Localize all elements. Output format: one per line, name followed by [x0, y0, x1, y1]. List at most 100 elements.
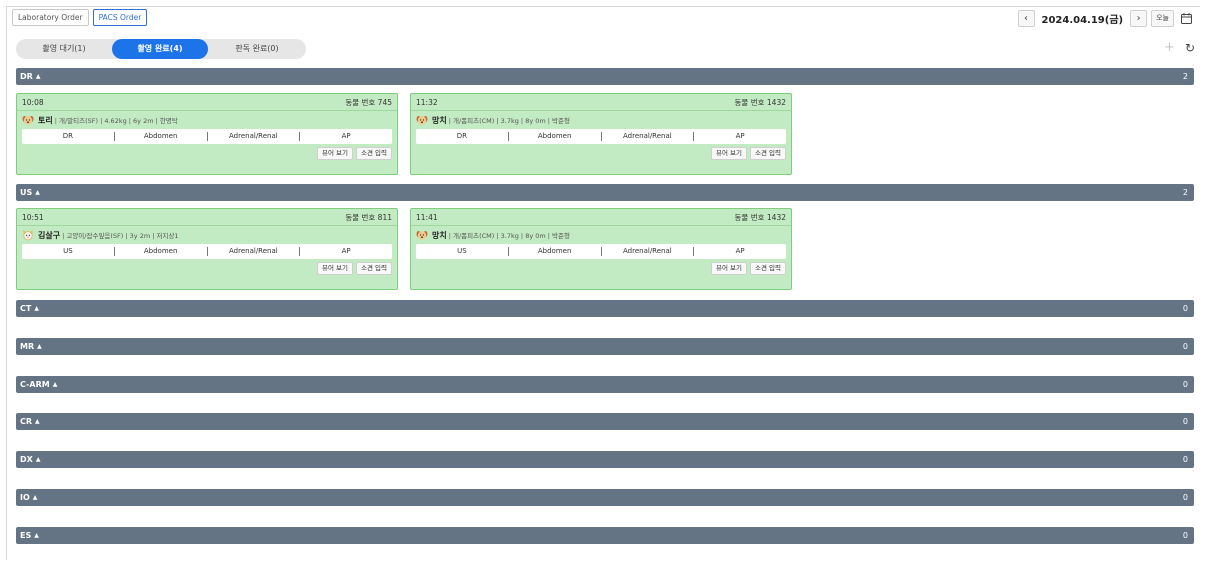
- section-bar-dr[interactable]: DR ▲ 2: [16, 68, 1194, 85]
- section-count: 0: [1182, 417, 1188, 426]
- section-title: DR: [20, 72, 33, 81]
- patient-info: 김살구 | 고양이/잡수잎음(SF) | 3y 2m | 저지상1: [17, 226, 397, 244]
- animal-number: 동물 번호 1432: [734, 212, 786, 222]
- section-bar-es[interactable]: ES ▲ 0: [16, 527, 1194, 544]
- section-title: IO: [20, 493, 30, 502]
- caret-up-icon: ▲: [52, 381, 58, 388]
- calendar-button[interactable]: [1178, 10, 1195, 27]
- exam-region: Abdomen: [115, 247, 208, 256]
- exam-view: AP: [735, 247, 745, 255]
- next-date-button[interactable]: ›: [1130, 9, 1148, 27]
- order-card[interactable]: 11:41 동물 번호 1432 망치 | 개/폼피츠(CM) | 3.7kg …: [410, 208, 792, 290]
- section-bar-ct[interactable]: CT ▲ 0: [16, 300, 1194, 317]
- prev-date-button[interactable]: ‹: [1017, 9, 1035, 27]
- caret-up-icon: ▲: [37, 343, 42, 350]
- enter-finding-button[interactable]: 소견 입력: [356, 262, 392, 275]
- card-header: 10:51 동물 번호 811: [17, 209, 397, 226]
- patient-info: 망치 | 개/폼피츠(CM) | 3.7kg | 8y 0m | 박준형: [411, 111, 791, 129]
- order-card[interactable]: 11:32 동물 번호 1432 망치 | 개/폼피츠(CM) | 3.7kg …: [410, 93, 792, 175]
- exam-organ: Adrenal/Renal: [208, 132, 301, 141]
- tab-pacs-order[interactable]: PACS Order: [92, 9, 148, 26]
- section-bar-io[interactable]: IO ▲ 0: [16, 489, 1194, 506]
- exam-row: DR Abdomen Adrenal/Renal AP: [416, 129, 786, 144]
- section-bar-us[interactable]: US ▲ 2: [16, 184, 1194, 201]
- section-bar-mr[interactable]: MR ▲ 0: [16, 338, 1194, 355]
- section-count: 0: [1182, 304, 1188, 313]
- enter-finding-button[interactable]: 소견 입력: [356, 147, 392, 160]
- patient-name: 망치: [432, 115, 447, 125]
- patient-info: 토리 | 개/말티즈(SF) | 4.62kg | 6y 2m | 한명탁: [17, 111, 397, 129]
- tab-laboratory-order[interactable]: Laboratory Order: [12, 9, 89, 26]
- card-header: 11:41 동물 번호 1432: [411, 209, 791, 226]
- caret-up-icon: ▲: [34, 305, 39, 312]
- caret-up-icon: ▲: [35, 456, 41, 463]
- chevron-right-icon: ›: [1136, 12, 1141, 24]
- section-count: 0: [1182, 493, 1188, 502]
- exam-region: Abdomen: [509, 132, 602, 141]
- order-time: 10:08: [22, 97, 44, 107]
- exam-view: AP: [341, 132, 351, 140]
- order-card[interactable]: 10:51 동물 번호 811 김살구 | 고양이/잡수잎음(SF) | 3y …: [16, 208, 398, 290]
- patient-name: 김살구: [38, 230, 61, 240]
- exam-view: AP: [341, 247, 351, 255]
- patient-name: 토리: [38, 115, 53, 125]
- order-time: 10:51: [22, 212, 44, 222]
- exam-view: AP: [735, 132, 745, 140]
- exam-region: Abdomen: [115, 132, 208, 141]
- current-date: 2024.04.19(금): [1041, 14, 1124, 26]
- section-bar-dx[interactable]: DX ▲ 0: [16, 451, 1194, 468]
- section-count: 2: [1182, 72, 1188, 81]
- refresh-icon[interactable]: ↻: [1185, 41, 1195, 55]
- order-card[interactable]: 10:08 동물 번호 745 토리 | 개/말티즈(SF) | 4.62kg …: [16, 93, 398, 175]
- card-actions: 뷰어 보기 소견 입력: [17, 144, 397, 160]
- patient-details: | 개/폼피츠(CM) | 3.7kg | 8y 0m | 박준형: [448, 117, 570, 125]
- exam-modality: DR: [22, 132, 115, 141]
- section-count: 0: [1182, 455, 1188, 464]
- status-tabs: 촬영 대기(1) 촬영 완료(4) 판독 완료(0): [16, 39, 306, 59]
- dog-icon: [416, 231, 428, 240]
- exam-row: US Abdomen Adrenal/Renal AP: [22, 244, 392, 259]
- patient-name: 망치: [432, 230, 447, 240]
- card-header: 10:08 동물 번호 745: [17, 94, 397, 111]
- exam-organ: Adrenal/Renal: [208, 247, 301, 256]
- section-bar-c-arm[interactable]: C-ARM ▲ 0: [16, 376, 1194, 393]
- section-count: 0: [1182, 380, 1188, 389]
- view-viewer-button[interactable]: 뷰어 보기: [711, 147, 747, 160]
- exam-region: Abdomen: [509, 247, 602, 256]
- toolbar: + ↻: [1164, 41, 1195, 56]
- section-title: ES: [20, 531, 32, 540]
- caret-up-icon: ▲: [35, 189, 40, 196]
- calendar-icon: [1181, 12, 1192, 24]
- section-count: 0: [1182, 342, 1188, 351]
- caret-up-icon: ▲: [35, 73, 41, 80]
- view-viewer-button[interactable]: 뷰어 보기: [317, 147, 353, 160]
- section-bar-cr[interactable]: CR ▲ 0: [16, 413, 1194, 430]
- exam-row: DR Abdomen Adrenal/Renal AP: [22, 129, 392, 144]
- cat-icon: [23, 230, 33, 241]
- caret-up-icon: ▲: [35, 418, 40, 425]
- tab-read-complete[interactable]: 판독 완료(0): [208, 39, 306, 59]
- section-title: MR: [20, 342, 35, 351]
- enter-finding-button[interactable]: 소견 입력: [750, 147, 786, 160]
- exam-row: US Abdomen Adrenal/Renal AP: [416, 244, 786, 259]
- order-time: 11:32: [416, 97, 438, 107]
- dog-icon: [416, 116, 428, 125]
- view-viewer-button[interactable]: 뷰어 보기: [711, 262, 747, 275]
- today-button[interactable]: 오늘: [1151, 9, 1174, 27]
- exam-modality: DR: [416, 132, 509, 141]
- dog-icon: [22, 116, 34, 125]
- add-icon[interactable]: +: [1164, 41, 1175, 55]
- exam-modality: US: [22, 247, 115, 256]
- card-actions: 뷰어 보기 소견 입력: [411, 259, 791, 275]
- view-viewer-button[interactable]: 뷰어 보기: [317, 262, 353, 275]
- order-type-tabs: Laboratory Order PACS Order: [12, 9, 148, 26]
- animal-number: 동물 번호 1432: [734, 97, 786, 107]
- tab-captured[interactable]: 촬영 완료(4): [112, 39, 208, 59]
- exam-modality: US: [416, 247, 509, 256]
- caret-up-icon: ▲: [32, 494, 38, 501]
- card-header: 11:32 동물 번호 1432: [411, 94, 791, 111]
- tab-waiting[interactable]: 촬영 대기(1): [16, 39, 112, 59]
- patient-details: | 개/폼피츠(CM) | 3.7kg | 8y 0m | 박준형: [448, 232, 570, 240]
- enter-finding-button[interactable]: 소견 입력: [750, 262, 786, 275]
- order-time: 11:41: [416, 212, 438, 222]
